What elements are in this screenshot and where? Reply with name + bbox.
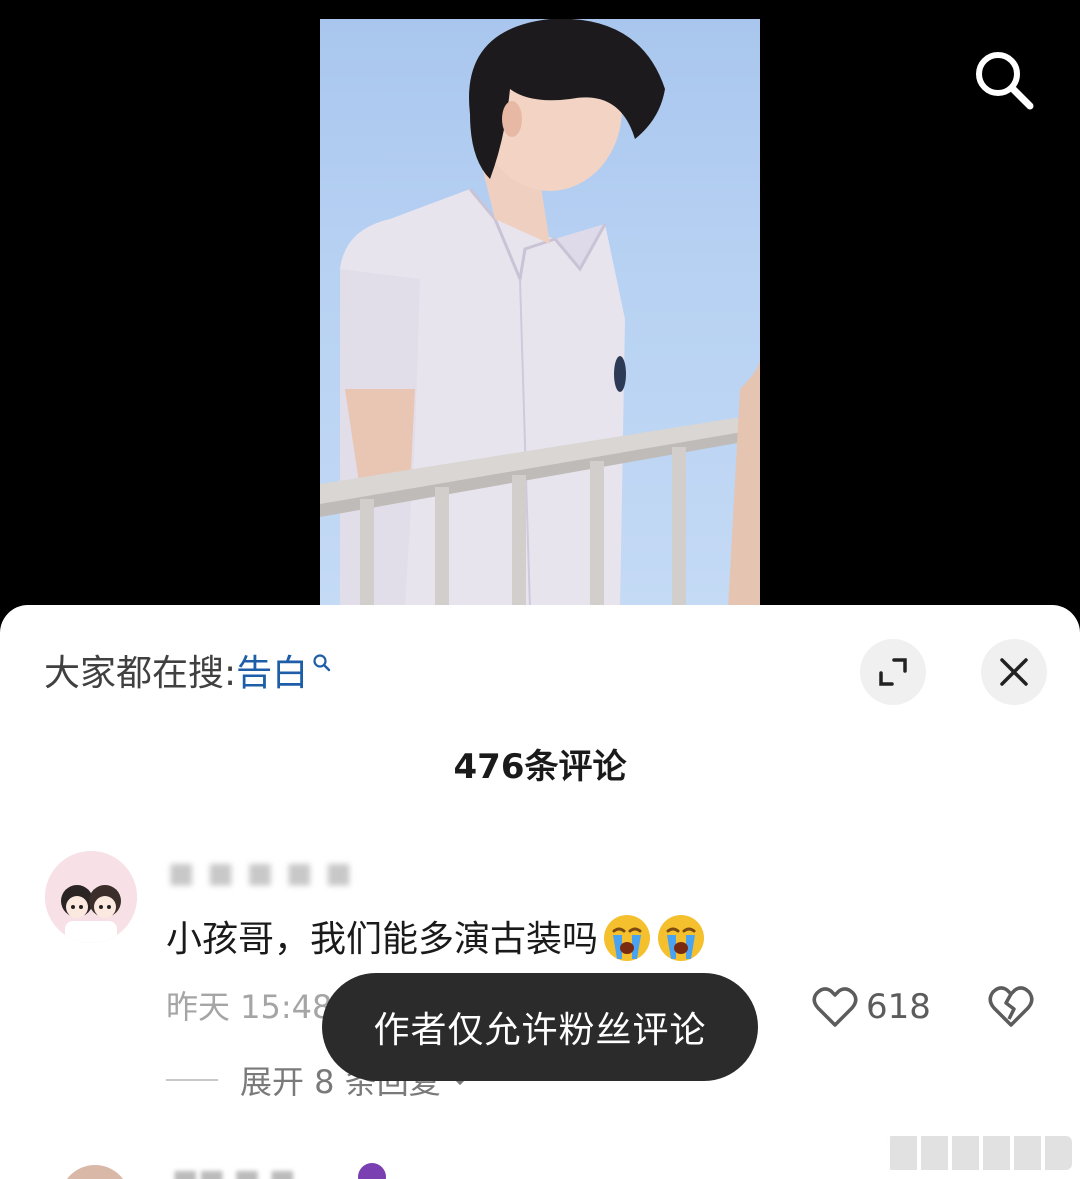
like-button[interactable]: 618 (812, 981, 931, 1033)
next-comment-username-redacted[interactable]: ■■ ■ ■ (172, 1163, 296, 1179)
video-thumbnail (320, 19, 760, 609)
expand-icon (879, 658, 907, 686)
trending-search: 大家都在搜:告白 (44, 649, 332, 699)
crying-face-icon (658, 915, 705, 961)
close-icon (1000, 658, 1028, 686)
small-search-icon (313, 654, 331, 672)
watermark (886, 1136, 1072, 1170)
badge-icon (358, 1163, 386, 1179)
like-count: 618 (866, 987, 931, 1027)
trending-prefix: 大家都在搜: (44, 653, 237, 694)
close-button[interactable] (981, 639, 1047, 705)
trending-keyword-link[interactable]: 告白 (236, 653, 308, 694)
comment-text: 小孩哥，我们能多演古装吗 (166, 919, 599, 960)
dislike-button[interactable] (985, 979, 1037, 1031)
expand-button[interactable] (860, 639, 926, 705)
username-redacted[interactable]: ■ ■ ■ ■ ■ (168, 855, 354, 891)
crying-face-icon (604, 915, 651, 961)
toast-message: 作者仅允许粉丝评论 (322, 973, 758, 1081)
comment-sheet: 大家都在搜:告白 476条评论 ■ ■ ■ ■ ■ 小孩哥，我们能多演古装吗 昨… (0, 605, 1080, 1179)
video-frame-illustration (320, 19, 760, 609)
video-player[interactable] (0, 0, 1080, 640)
comment-text-line: 小孩哥，我们能多演古装吗 (166, 915, 706, 965)
heart-icon (812, 987, 858, 1027)
avatar[interactable] (45, 851, 137, 943)
comment-time: 昨天 15:48 (166, 988, 333, 1026)
avatar-illustration (45, 851, 137, 943)
next-comment-avatar[interactable] (60, 1165, 130, 1179)
divider-dash (166, 1079, 218, 1081)
search-button[interactable] (968, 44, 1040, 116)
comment-count: 476条评论 (453, 747, 627, 787)
search-icon (976, 52, 1034, 110)
broken-heart-icon (988, 986, 1034, 1027)
